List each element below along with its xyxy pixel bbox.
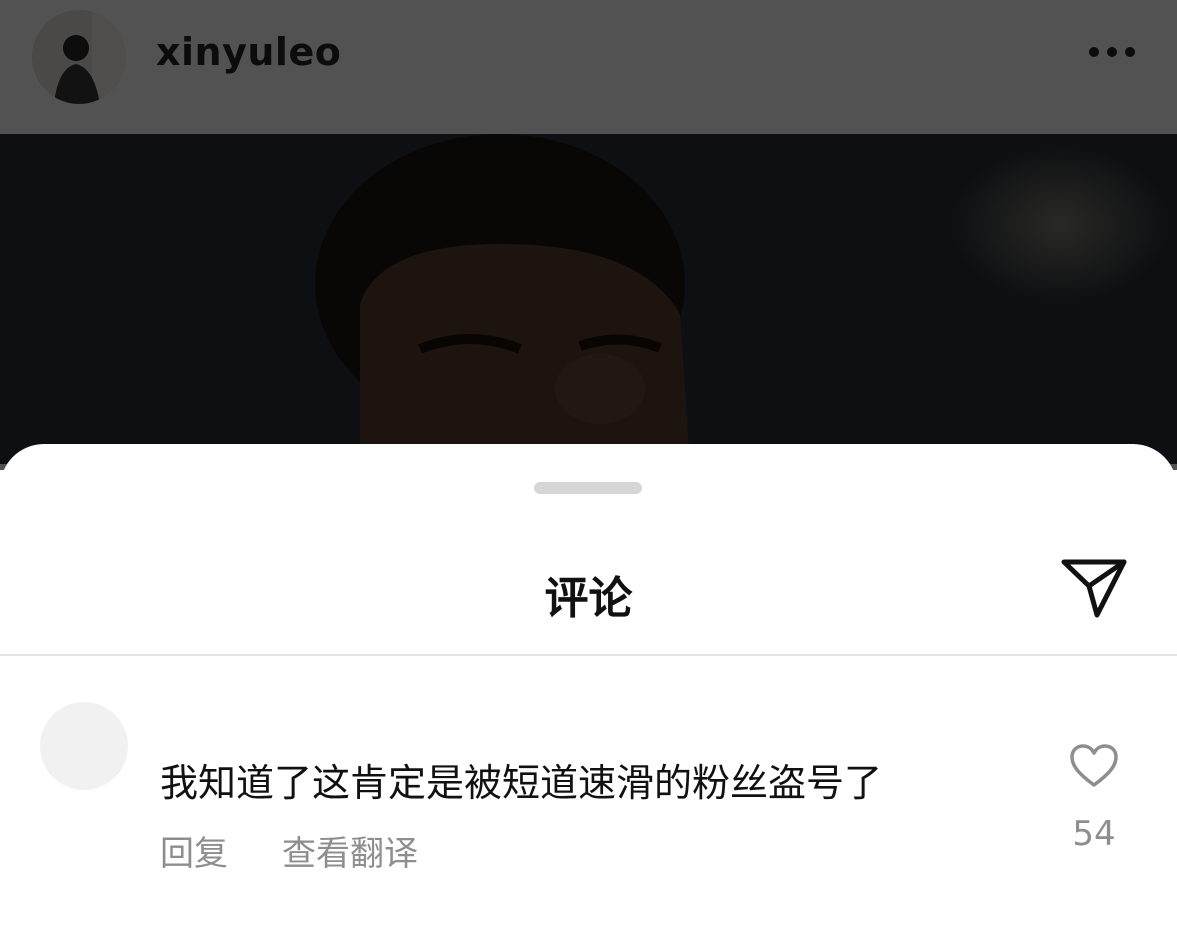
comment-text: 我知道了这肯定是被短道速滑的粉丝盗号了 [160, 761, 883, 805]
like-count: 54 [1072, 814, 1116, 854]
post-header: xinyuleo [0, 0, 1177, 134]
heart-icon [1070, 744, 1118, 787]
reply-button[interactable]: 回复 [160, 826, 228, 875]
comments-sheet: 评论 我知道了这肯定是被短道速滑的粉丝盗号了 回复 查看翻译 54 [0, 444, 1177, 942]
post-username[interactable]: xinyuleo [156, 30, 341, 74]
profile-avatar[interactable] [32, 10, 126, 104]
like-button[interactable] [1066, 738, 1122, 794]
post-photo-content [0, 134, 1177, 464]
sheet-title: 评论 [544, 573, 633, 624]
more-horizontal-icon [1089, 47, 1135, 57]
more-options-button[interactable] [1082, 30, 1142, 74]
see-translation-button[interactable]: 查看翻译 [282, 826, 418, 875]
sheet-drag-handle[interactable] [534, 482, 642, 494]
send-icon [1061, 559, 1127, 618]
post-image[interactable] [0, 134, 1177, 464]
comment-avatar[interactable] [40, 702, 128, 790]
share-button[interactable] [1058, 556, 1130, 620]
avatar-photo [32, 10, 126, 104]
sheet-divider [0, 654, 1177, 656]
